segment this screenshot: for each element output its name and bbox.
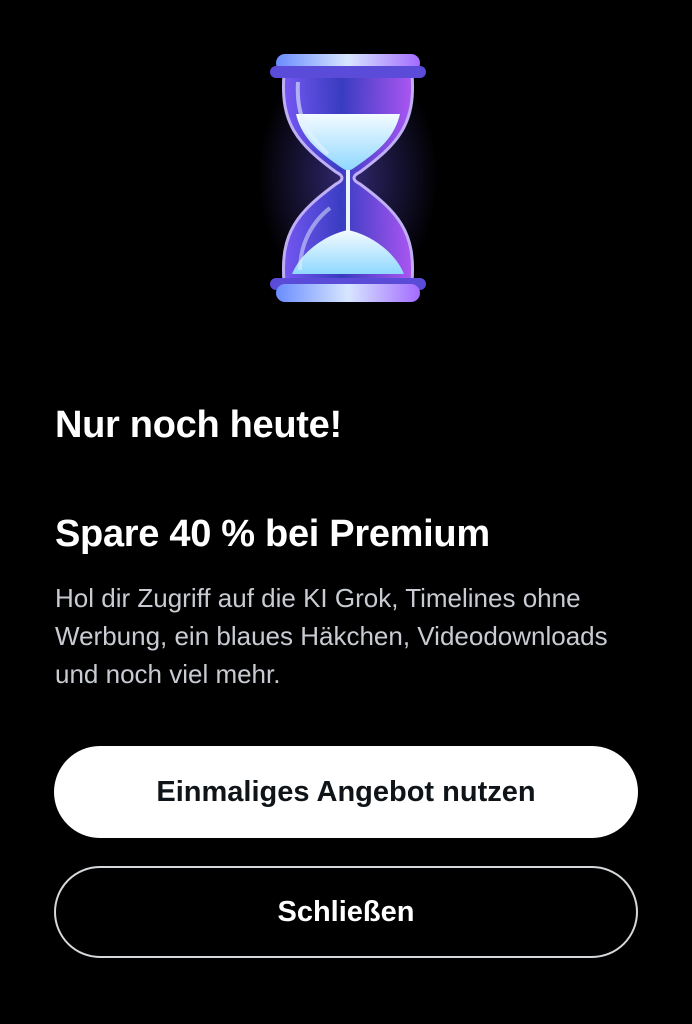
close-button-label: Schließen — [277, 895, 415, 928]
offer-title: Spare 40 % bei Premium — [55, 513, 490, 555]
close-button[interactable]: Schließen — [54, 866, 638, 958]
hourglass-icon — [256, 44, 440, 308]
claim-offer-button-label: Einmaliges Angebot nutzen — [156, 775, 536, 808]
promo-headline: Nur noch heute! — [55, 404, 342, 446]
offer-description: Hol dir Zugriff auf die KI Grok, Timelin… — [55, 583, 608, 689]
claim-offer-button[interactable]: Einmaliges Angebot nutzen — [54, 746, 638, 838]
